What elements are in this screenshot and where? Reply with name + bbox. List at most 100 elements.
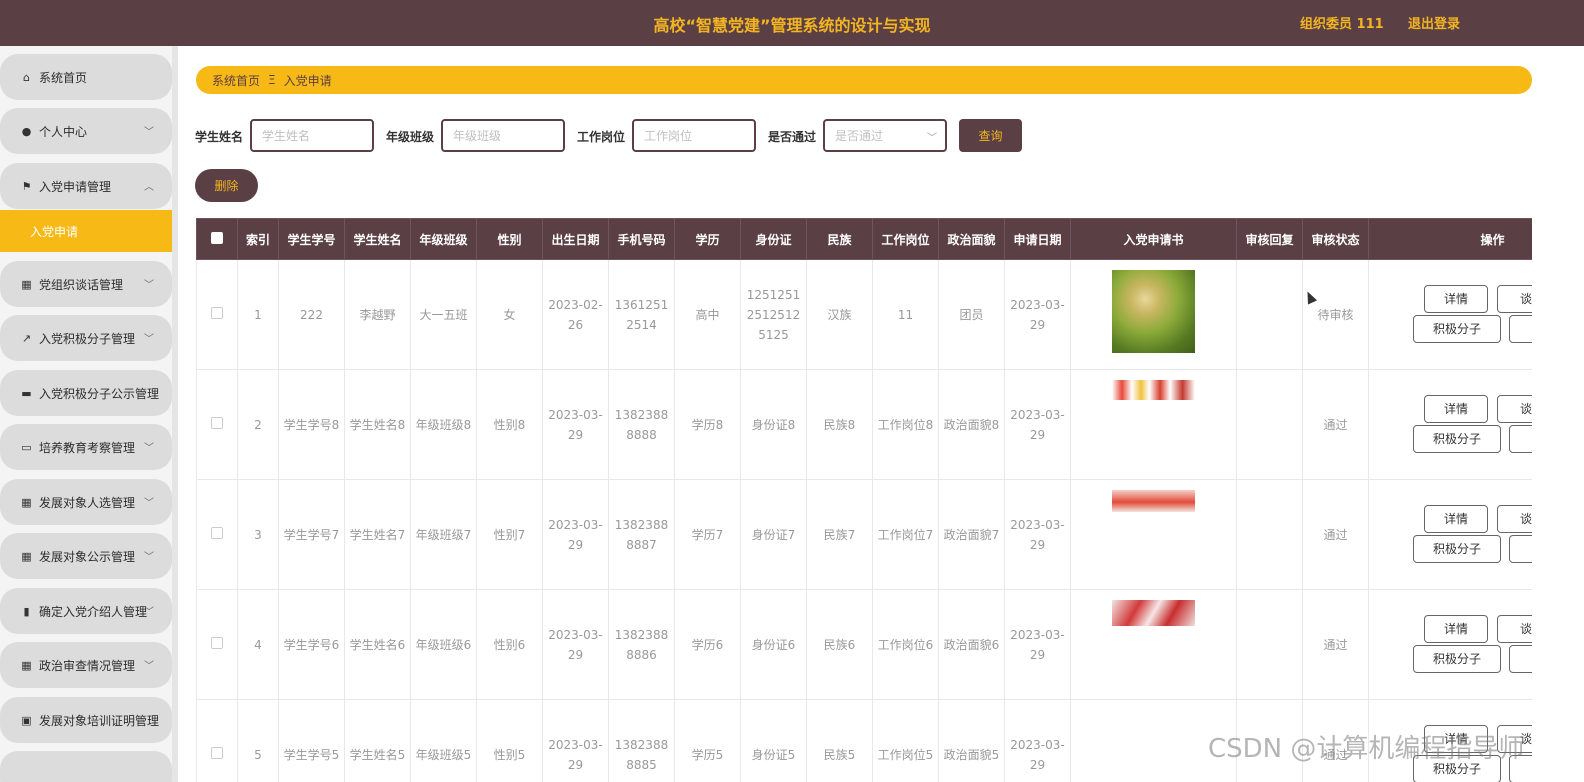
application-letter-image[interactable] (1112, 600, 1195, 626)
current-user[interactable]: 组织委员 111 (1300, 13, 1384, 32)
chevron-down-icon: ﹀ (144, 280, 154, 291)
cell-student-no: 222 (278, 259, 345, 370)
sidebar-item-talk[interactable]: ▦ 党组织谈话管理 ﹀ (0, 261, 172, 307)
table-row: 2 学生学号8 学生姓名8 年级班级8 性别8 2023-03-29 13823… (196, 369, 1532, 480)
row-delete-button[interactable]: 删 (1509, 425, 1532, 453)
query-button[interactable]: 查询 (959, 119, 1022, 152)
sidebar-scrollbar[interactable] (172, 46, 178, 782)
user-icon: ● (21, 124, 32, 138)
cell-review-reply (1236, 369, 1303, 480)
cell-idcard: 身份证5 (740, 699, 807, 782)
cell-actions: 详情 谈话 积极分子 删 (1368, 259, 1532, 370)
sidebar-item-political-review[interactable]: ▦ 政治审查情况管理 ﹀ (0, 642, 172, 688)
cell-education: 学历7 (674, 479, 741, 590)
sidebar-item-label: 培养教育考察管理 (39, 440, 136, 455)
application-letter-image[interactable] (1112, 380, 1195, 400)
sidebar-item-candidate-publicity[interactable]: ▦ 发展对象公示管理 ﹀ (0, 533, 172, 579)
sidebar-item-home[interactable]: ⌂ 系统首页 (0, 54, 172, 100)
row-delete-button[interactable]: 删 (1509, 645, 1532, 673)
talk-button[interactable]: 谈话 (1497, 615, 1532, 643)
cell-politic: 政治面貌8 (938, 369, 1005, 480)
breadcrumb-home[interactable]: 系统首页 (212, 72, 260, 89)
chevron-down-icon: ﹀ (144, 127, 154, 138)
name-placeholder: 学生姓名 (262, 129, 311, 143)
col-politic: 政治面貌 (938, 218, 1005, 260)
cell-nation: 汉族 (806, 259, 873, 370)
application-letter-image[interactable] (1112, 270, 1195, 353)
logout-link[interactable]: 退出登录 (1408, 13, 1460, 32)
cell-application-letter (1070, 589, 1237, 700)
sidebar-item-label: 党组织谈话管理 (39, 277, 124, 292)
talk-button[interactable]: 谈话 (1497, 505, 1532, 533)
cell-review-reply (1236, 479, 1303, 590)
cell-student-name: 学生姓名7 (344, 479, 411, 590)
activist-button[interactable]: 积极分子 (1413, 645, 1501, 673)
grid-icon: ▦ (21, 658, 32, 672)
job-input[interactable]: 工作岗位 (632, 119, 756, 152)
cell-student-no: 学生学号8 (278, 369, 345, 480)
select-all-checkbox[interactable] (196, 218, 238, 260)
delete-button[interactable]: 删除 (195, 169, 258, 202)
briefcase-icon: ▭ (21, 440, 32, 454)
bar-chart-icon: ▮ (23, 604, 30, 618)
sidebar-item-application[interactable]: ⚑ 入党申请管理 ︿ (0, 163, 172, 209)
sidebar: ⌂ 系统首页 ● 个人中心 ﹀ ⚑ 入党申请管理 ︿ 入党申请 ▦ 党组织谈话管… (0, 46, 172, 782)
sidebar-item-label: 发展对象公示管理 (39, 549, 136, 564)
sidebar-item-more[interactable] (0, 751, 172, 782)
sidebar-item-candidate[interactable]: ▦ 发展对象人选管理 ﹀ (0, 479, 172, 525)
activist-button[interactable]: 积极分子 (1413, 315, 1501, 343)
sidebar-item-training[interactable]: ▣ 发展对象培训证明管理 (0, 697, 172, 743)
cell-student-name: 李越野 (344, 259, 411, 370)
name-input[interactable]: 学生姓名 (250, 119, 374, 152)
cell-student-name: 学生姓名5 (344, 699, 411, 782)
sidebar-item-activist[interactable]: ↗ 入党积极分子管理 ﹀ (0, 315, 172, 361)
pass-label: 是否通过 (768, 130, 817, 144)
sidebar-item-introducer[interactable]: ▮ 确定入党介绍人管理 ﹀ (0, 588, 172, 634)
cell-idcard: 身份证8 (740, 369, 807, 480)
detail-button[interactable]: 详情 (1424, 285, 1488, 313)
sidebar-item-education[interactable]: ▭ 培养教育考察管理 ﹀ (0, 424, 172, 470)
cell-apply-date: 2023-03-29 (1004, 699, 1071, 782)
detail-button[interactable]: 详情 (1424, 395, 1488, 423)
cell-class: 年级班级8 (410, 369, 477, 480)
row-checkbox[interactable] (196, 369, 238, 480)
col-apply-date: 申请日期 (1004, 218, 1071, 260)
col-student-name: 学生姓名 (344, 218, 411, 260)
data-table: 索引 学生学号 学生姓名 年级班级 性别 出生日期 手机号码 学历 身份证 民族… (196, 218, 1532, 782)
cell-student-name: 学生姓名8 (344, 369, 411, 480)
cell-student-no: 学生学号5 (278, 699, 345, 782)
cell-class: 年级班级5 (410, 699, 477, 782)
table-row: 1 222 李越野 大一五班 女 2023-02-26 13612512514 … (196, 259, 1532, 370)
activist-button[interactable]: 积极分子 (1413, 425, 1501, 453)
row-delete-button[interactable]: 删 (1509, 535, 1532, 563)
cell-apply-date: 2023-03-29 (1004, 479, 1071, 590)
breadcrumb-separator-icon: Ξ (268, 73, 276, 87)
application-letter-image[interactable] (1112, 490, 1195, 512)
cell-birth: 2023-03-29 (542, 699, 609, 782)
cell-actions: 详情 谈话 积极分子 删 (1368, 589, 1532, 700)
col-nation: 民族 (806, 218, 873, 260)
col-class: 年级班级 (410, 218, 477, 260)
row-delete-button[interactable]: 删 (1509, 315, 1532, 343)
row-checkbox[interactable] (196, 259, 238, 370)
breadcrumb-current: 入党申请 (283, 73, 332, 88)
talk-button[interactable]: 谈话 (1497, 395, 1532, 423)
detail-button[interactable]: 详情 (1424, 615, 1488, 643)
cell-application-letter (1070, 479, 1237, 590)
cell-student-no: 学生学号7 (278, 479, 345, 590)
detail-button[interactable]: 详情 (1424, 505, 1488, 533)
activist-button[interactable]: 积极分子 (1413, 535, 1501, 563)
row-checkbox[interactable] (196, 699, 238, 782)
class-input[interactable]: 年级班级 (441, 119, 565, 152)
chevron-down-icon: ﹀ (144, 334, 154, 345)
pass-select[interactable]: 是否通过 ﹀ (823, 119, 947, 152)
sidebar-item-label: 政治审查情况管理 (39, 658, 136, 673)
row-checkbox[interactable] (196, 479, 238, 590)
sidebar-subitem-application[interactable]: 入党申请 (0, 210, 172, 252)
cell-education: 学历8 (674, 369, 741, 480)
row-checkbox[interactable] (196, 589, 238, 700)
sidebar-item-activist-publicity[interactable]: ▬ 入党积极分子公示管理 (0, 370, 172, 416)
talk-button[interactable]: 谈话 (1497, 285, 1532, 313)
sidebar-item-profile[interactable]: ● 个人中心 ﹀ (0, 108, 172, 154)
cell-index: 1 (237, 259, 279, 370)
